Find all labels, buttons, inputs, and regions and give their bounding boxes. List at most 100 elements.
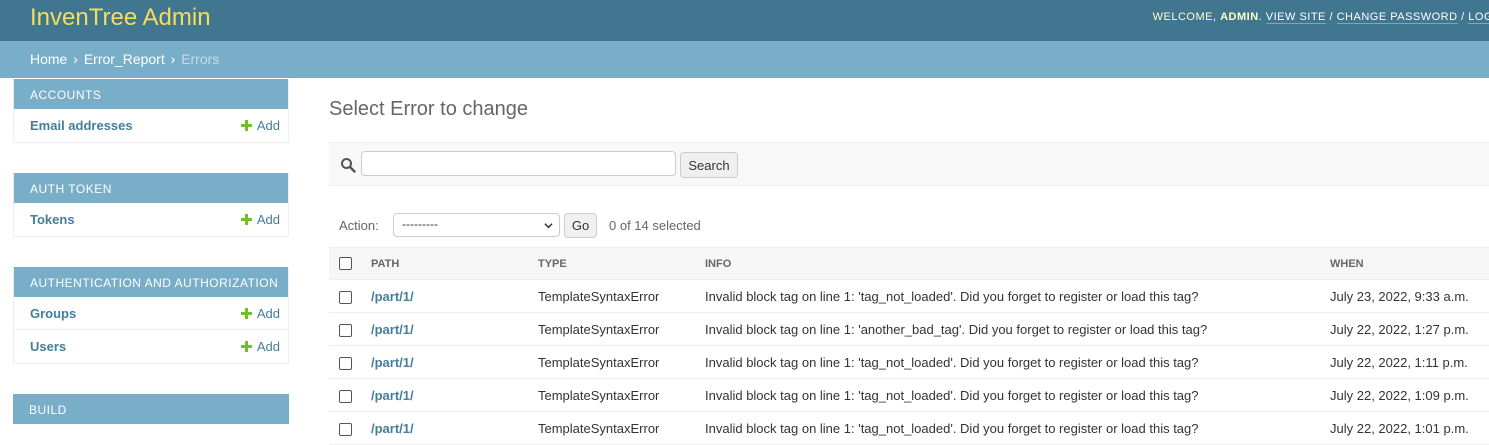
column-header-type[interactable]: Type [530,247,697,280]
action-select[interactable]: --------- [393,213,560,237]
add-label: Add [256,339,280,354]
model-row-tokens: Tokens Add [14,203,288,236]
breadcrumb-arrow: › [170,51,176,67]
add-label: Add [256,212,280,227]
add-group-link[interactable]: Add [240,306,280,321]
sidebar-item-tokens[interactable]: Tokens [30,212,75,227]
sidebar: Accounts Email addresses Add Auth Token … [13,79,289,432]
when-cell: July 22, 2022, 1:01 p.m. [1322,411,1489,445]
info-cell: Invalid block tag on line 1: 'tag_not_lo… [697,411,1322,445]
type-cell: TemplateSyntaxError [530,279,697,313]
module-caption[interactable]: Accounts [14,79,288,109]
when-cell: July 22, 2022, 1:11 p.m. [1322,345,1489,379]
row-select-cell [329,312,363,346]
plus-icon [240,214,252,225]
breadcrumb-home[interactable]: Home [30,51,67,67]
logout-link[interactable]: LOG [1468,11,1489,24]
row-checkbox[interactable] [339,323,352,337]
module-caption[interactable]: Build [13,394,289,424]
path-cell: /part/1/ [363,378,530,412]
type-cell: TemplateSyntaxError [530,345,697,379]
row-checkbox[interactable] [339,389,352,403]
breadcrumb-arrow: › [73,51,78,67]
action-selected-value: --------- [402,217,438,231]
chevron-down-icon [544,223,553,229]
type-cell: TemplateSyntaxError [530,411,697,445]
sidebar-item-email-addresses[interactable]: Email addresses [30,118,133,133]
when-cell: July 22, 2022, 1:27 p.m. [1322,312,1489,346]
path-cell: /part/1/ [363,345,530,379]
type-cell: TemplateSyntaxError [530,378,697,412]
path-cell: /part/1/ [363,279,530,313]
row-select-cell [329,411,363,445]
column-header-path[interactable]: Path [363,247,530,280]
model-row-users: Users Add [14,330,288,363]
info-cell: Invalid block tag on line 1: 'tag_not_lo… [697,279,1322,313]
sidebar-item-users[interactable]: Users [30,339,66,354]
path-link[interactable]: /part/1/ [371,421,414,436]
site-brand[interactable]: InvenTree Admin [30,4,211,32]
breadcrumb-current: Errors [181,51,220,67]
row-checkbox[interactable] [339,422,352,436]
path-link[interactable]: /part/1/ [371,388,414,403]
search-icon [341,158,356,173]
info-cell: Invalid block tag on line 1: 'tag_not_lo… [697,378,1322,412]
select-all-checkbox[interactable] [339,257,352,270]
column-header-when[interactable]: When [1322,247,1489,280]
go-button[interactable]: Go [564,213,597,238]
path-link[interactable]: /part/1/ [371,289,414,304]
results-table: Path Type Info When /part/1/ TemplateSyn… [329,247,1489,445]
search-button[interactable]: Search [680,152,738,178]
add-user-link[interactable]: Add [240,339,280,354]
add-token-link[interactable]: Add [240,212,280,227]
path-link[interactable]: /part/1/ [371,355,414,370]
model-row-email-addresses: Email addresses Add [14,109,288,142]
when-cell: July 23, 2022, 9:33 a.m. [1322,279,1489,313]
page-title: Select Error to change [329,98,528,120]
when-cell: July 22, 2022, 1:09 p.m. [1322,378,1489,412]
separator: / [1461,11,1465,23]
module-caption[interactable]: Auth Token [14,173,288,203]
module-auth-token: Auth Token Tokens Add [13,173,289,237]
table-row: /part/1/ TemplateSyntaxError Invalid blo… [329,279,1489,313]
username: ADMIN [1220,11,1259,23]
breadcrumb-app[interactable]: Error_Report [84,51,165,67]
row-checkbox[interactable] [339,356,352,370]
type-cell: TemplateSyntaxError [530,312,697,346]
plus-icon [240,120,252,131]
table-row: /part/1/ TemplateSyntaxError Invalid blo… [329,378,1489,412]
module-caption[interactable]: Authentication and Authorization [14,267,288,297]
path-cell: /part/1/ [363,312,530,346]
row-select-cell [329,378,363,412]
table-header-row: Path Type Info When [329,247,1489,280]
module-build: Build [13,394,289,424]
search-input[interactable] [361,151,676,176]
action-label: Action: [339,218,379,233]
module-accounts: Accounts Email addresses Add [13,79,289,143]
change-password-link[interactable]: CHANGE PASSWORD [1336,11,1458,24]
column-header-info[interactable]: Info [697,247,1322,280]
info-cell: Invalid block tag on line 1: 'another_ba… [697,312,1322,346]
separator: / [1329,11,1334,23]
sidebar-item-groups[interactable]: Groups [30,306,76,321]
row-select-cell [329,345,363,379]
view-site-link[interactable]: VIEW SITE [1265,11,1326,24]
add-email-address-link[interactable]: Add [240,118,280,133]
table-row: /part/1/ TemplateSyntaxError Invalid blo… [329,345,1489,379]
site-header: InvenTree Admin WELCOME, ADMIN. VIEW SIT… [0,0,1489,41]
model-row-groups: Groups Add [14,297,288,330]
select-all-cell [329,247,363,280]
row-checkbox[interactable] [339,290,352,304]
selected-count: 0 of 14 selected [609,218,701,233]
row-select-cell [329,279,363,313]
path-cell: /part/1/ [363,411,530,445]
actions-bar: Action: --------- Go 0 of 14 selected [329,209,1489,245]
path-link[interactable]: /part/1/ [371,322,414,337]
search-toolbar: Search [329,142,1489,186]
table-row: /part/1/ TemplateSyntaxError Invalid blo… [329,411,1489,445]
table-row: /part/1/ TemplateSyntaxError Invalid blo… [329,312,1489,346]
module-authentication: Authentication and Authorization Groups … [13,267,289,364]
breadcrumb: Home › Error_Report › Errors [0,41,1489,78]
user-tools: WELCOME, ADMIN. VIEW SITE / CHANGE PASSW… [1153,11,1489,24]
main-content: Select Error to change Search Action: --… [329,79,1489,445]
